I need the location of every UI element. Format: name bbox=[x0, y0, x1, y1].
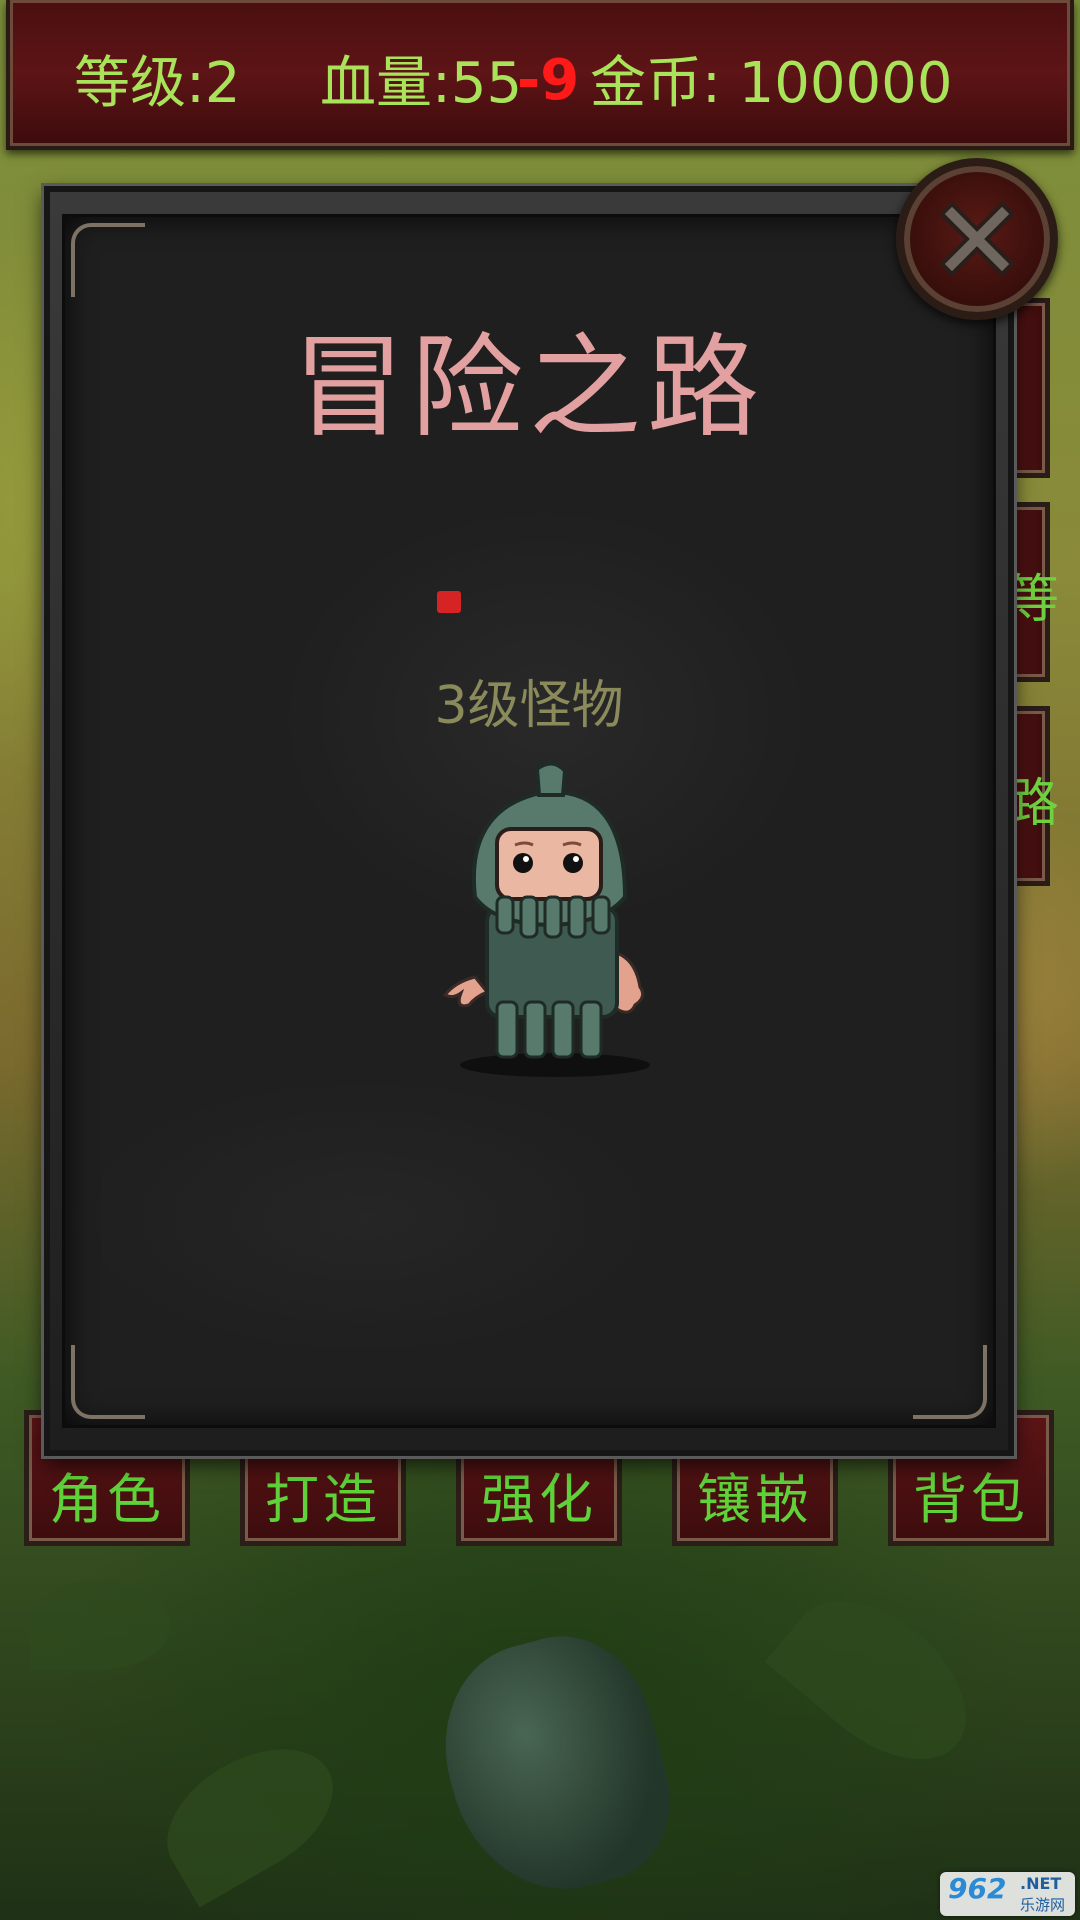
side-button-label: 路 bbox=[1007, 774, 1060, 834]
hp-damage-indicator: -9 bbox=[517, 48, 580, 113]
monster-character-icon bbox=[442, 761, 650, 1077]
background-leaf bbox=[144, 1722, 356, 1908]
hp-stat: 血量:55 bbox=[320, 51, 523, 116]
corner-ornament bbox=[71, 223, 145, 297]
panel-content: 冒险之路 3级怪物 bbox=[62, 214, 996, 1428]
monster-level-label: 3级怪物 bbox=[434, 676, 624, 736]
watermark-brand: 962 bbox=[948, 1872, 1007, 1905]
nav-button-label: 背包 bbox=[913, 1468, 1029, 1531]
nav-button-label: 角色 bbox=[49, 1468, 165, 1531]
background-leaf bbox=[764, 1569, 996, 1791]
corner-ornament bbox=[71, 1345, 145, 1419]
gold-stat: 金币: 100000 bbox=[590, 51, 953, 116]
adventure-panel: 冒险之路 3级怪物 bbox=[44, 186, 1014, 1456]
watermark-subtitle: 乐游网 bbox=[1020, 1896, 1066, 1914]
background-rock bbox=[421, 1617, 689, 1913]
close-x-icon bbox=[939, 201, 1015, 277]
corner-ornament bbox=[913, 1345, 987, 1419]
close-button[interactable] bbox=[896, 158, 1058, 320]
watermark-domain: .NET bbox=[1020, 1874, 1062, 1893]
map-marker[interactable] bbox=[437, 591, 461, 613]
background-leaf bbox=[30, 1580, 170, 1670]
side-button-label: 等 bbox=[1007, 570, 1060, 630]
status-bar: 等级:2 血量:55 -9 金币: 100000 bbox=[6, 0, 1074, 150]
nav-button-label: 打造 bbox=[265, 1468, 381, 1531]
monster-sprite[interactable] bbox=[435, 747, 675, 1077]
level-stat: 等级:2 bbox=[74, 51, 241, 116]
panel-title: 冒险之路 bbox=[293, 323, 765, 453]
nav-button-label: 镶嵌 bbox=[697, 1468, 813, 1531]
nav-button-label: 强化 bbox=[481, 1468, 597, 1531]
watermark-logo: 962 .NET 乐游网 bbox=[940, 1872, 1075, 1916]
